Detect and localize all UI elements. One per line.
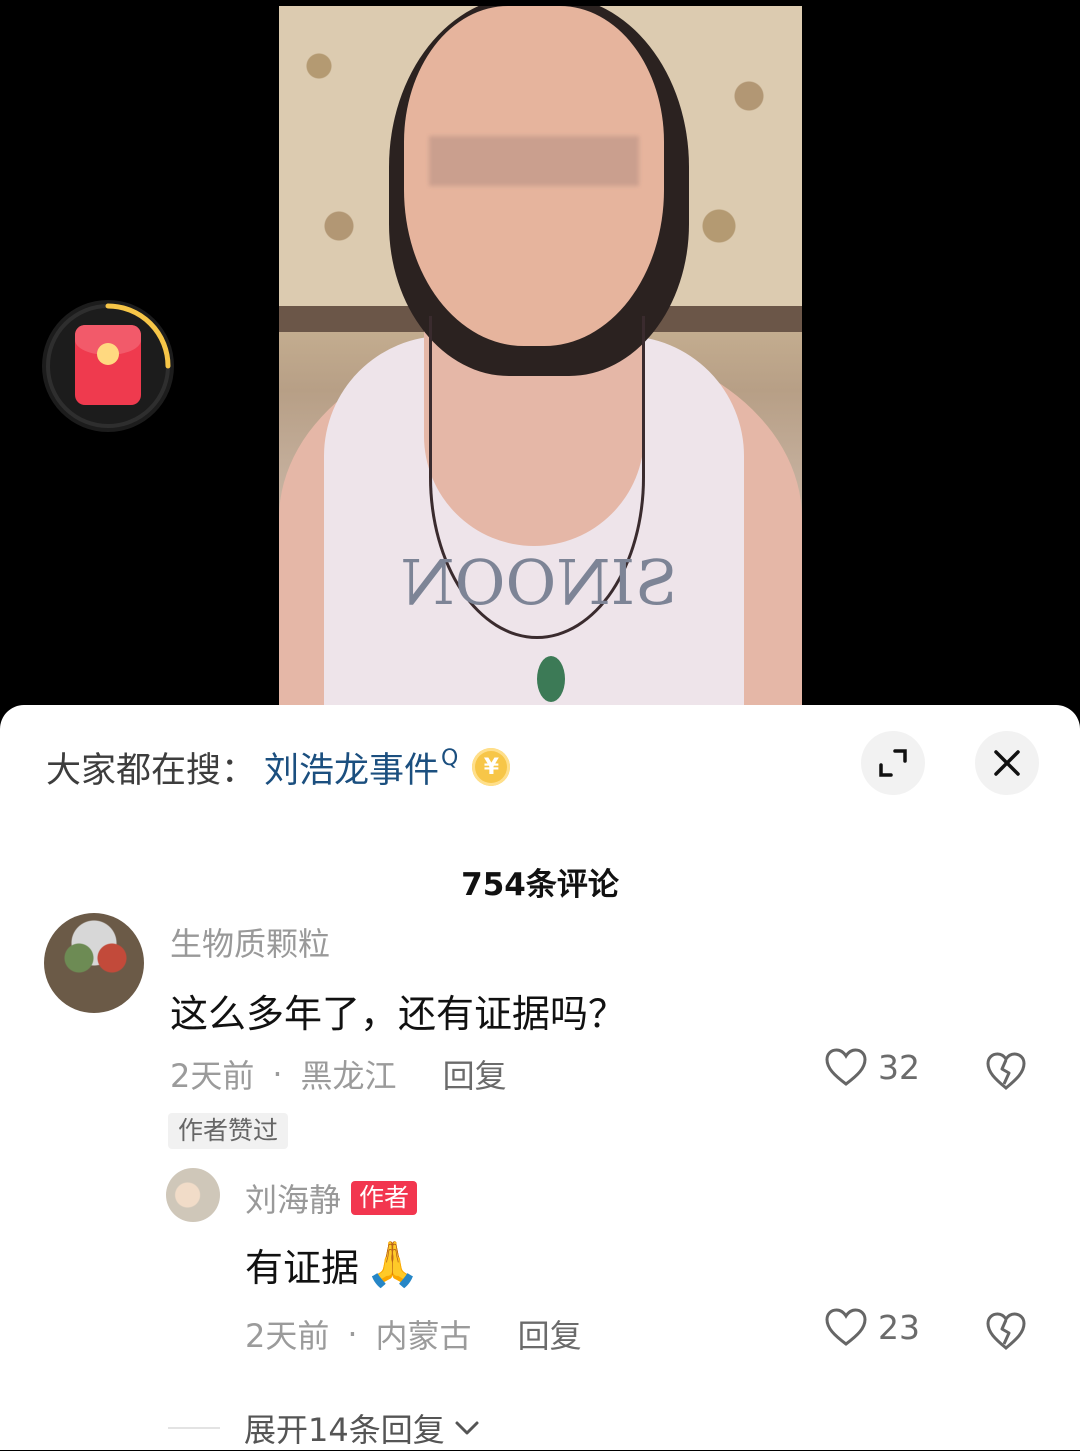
trending-search-term[interactable]: 刘浩龙事件 (264, 742, 439, 793)
dislike-heart-icon (986, 1052, 1026, 1090)
comment-username[interactable]: 生物质颗粒 (170, 919, 330, 965)
reply-user-row: 刘海静 作者 (245, 1175, 418, 1221)
heart-icon (825, 1308, 867, 1346)
comment-time: 2天前 (170, 1057, 255, 1095)
search-magnifier-icon: Q (441, 745, 459, 771)
reply-button[interactable]: 回复 (443, 1051, 507, 1097)
comment-meta: 2天前 · 黑龙江 回复 (170, 1051, 507, 1097)
heart-icon (825, 1048, 867, 1086)
comment-location: 黑龙江 (300, 1057, 397, 1095)
avatar[interactable] (166, 1168, 220, 1222)
face-blur-mosaic (429, 136, 639, 186)
comment-meta: 2天前 · 内蒙古 回复 (245, 1311, 582, 1357)
chevron-down-icon (455, 1421, 479, 1435)
author-liked-tag: 作者赞过 (168, 1113, 289, 1149)
author-badge: 作者 (351, 1181, 418, 1215)
comment-time: 2天前 (245, 1317, 330, 1355)
expand-replies-button[interactable]: 展开14条回复 (168, 1405, 481, 1451)
trending-search-prefix: 大家都在搜： (46, 750, 257, 791)
meta-separator: · (347, 1315, 358, 1353)
comment-text-row[interactable]: 有证据 🙏 (245, 1237, 420, 1292)
expand-replies-label: 展开14条回复 (244, 1411, 445, 1449)
comment-sheet: 大家都在搜： 刘浩龙事件 Q ¥ 754条评论 生物质颗粒 这么多年了，还有证据… (0, 705, 1080, 1450)
close-button[interactable] (975, 731, 1039, 795)
expand-icon (879, 749, 907, 777)
comment-text[interactable]: 这么多年了，还有证据吗？ (170, 983, 626, 1038)
comment-username[interactable]: 刘海静 (245, 1175, 341, 1221)
reply-button[interactable]: 回复 (518, 1311, 582, 1357)
like-button[interactable]: 23 (824, 1307, 920, 1347)
trending-search[interactable]: 大家都在搜： 刘浩龙事件 Q ¥ (46, 742, 511, 793)
jade-pendant (537, 656, 565, 702)
shirt-print-graphic: SINOON (400, 546, 678, 619)
expand-button[interactable] (861, 731, 925, 795)
dislike-button[interactable] (985, 1311, 1027, 1355)
comment-count-title: 754条评论 (461, 867, 619, 903)
red-packet-icon (75, 325, 141, 405)
divider (168, 1427, 220, 1429)
like-count: 32 (878, 1047, 920, 1087)
coin-icon: ¥ (472, 748, 511, 786)
dislike-heart-icon (986, 1312, 1026, 1350)
close-icon (994, 750, 1020, 776)
comment-text: 有证据 (245, 1246, 360, 1290)
like-count: 23 (878, 1307, 920, 1347)
video-player[interactable]: SINOON (0, 0, 1080, 705)
avatar[interactable] (44, 913, 144, 1013)
video-frame[interactable]: SINOON (279, 6, 802, 705)
red-packet-widget[interactable] (42, 300, 174, 432)
comment-location: 内蒙古 (375, 1317, 472, 1355)
dislike-button[interactable] (985, 1051, 1027, 1095)
like-button[interactable]: 32 (824, 1047, 920, 1087)
meta-separator: · (272, 1055, 283, 1093)
pray-icon: 🙏 (365, 1238, 420, 1290)
